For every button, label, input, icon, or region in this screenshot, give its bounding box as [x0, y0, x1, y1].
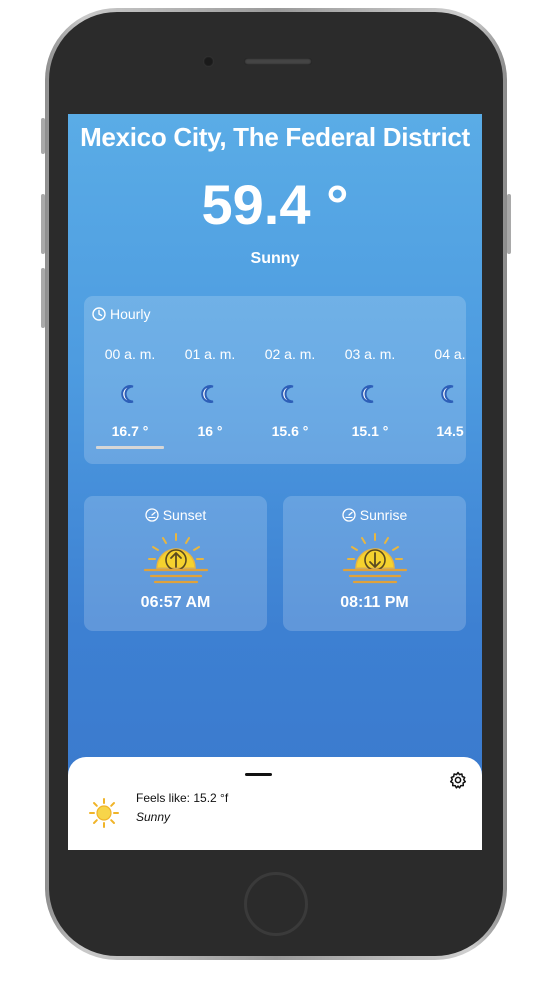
hour-time: 04 a.: [434, 346, 466, 362]
sunset-card: Sunset 06:57 AM: [84, 496, 267, 631]
hour-temp: 14.5: [436, 423, 464, 439]
bottom-sheet[interactable]: Feels like: 15.2 °f Sunny: [68, 757, 482, 850]
sunrise-time: 08:11 PM: [340, 594, 409, 611]
hourly-item[interactable]: 01 a. m. 16 °: [170, 346, 250, 439]
hour-time: 03 a. m.: [344, 346, 396, 362]
sunset-header: Sunset: [84, 507, 267, 523]
mute-switch: [41, 118, 45, 154]
moon-icon: [441, 385, 454, 403]
weather-screen: Mexico City, The Federal District 59.4 °…: [68, 114, 482, 850]
hourly-label: Hourly: [110, 306, 151, 322]
sunset-time: 06:57 AM: [140, 594, 211, 611]
moon-icon: [361, 385, 374, 403]
hourly-card[interactable]: Hourly 00 a. m. 16.7 ° 01 a. m. 16 ° 02 …: [84, 296, 466, 464]
moon-icon: [201, 385, 214, 403]
hourly-item[interactable]: 03 a. m. 15.1 °: [330, 346, 410, 439]
power-button: [507, 194, 511, 254]
hour-time: 01 a. m.: [184, 346, 236, 362]
sun-arrow-down-icon: [342, 533, 408, 584]
hourly-item[interactable]: 04 a. 14.5: [410, 346, 466, 439]
sun-arrow-up-icon: [143, 533, 209, 584]
feels-like-text: Feels like: 15.2 °f: [136, 791, 229, 805]
clock-icon: [92, 307, 106, 321]
volume-down-button: [41, 268, 45, 328]
hourly-item[interactable]: 00 a. m. 16.7 °: [90, 346, 170, 439]
moon-icon: [281, 385, 294, 403]
sunrise-label: Sunrise: [359, 507, 408, 523]
front-camera: [203, 56, 214, 67]
sheet-drag-handle[interactable]: [245, 773, 272, 776]
hour-temp: 15.6 °: [271, 423, 309, 439]
sun-icon: [89, 798, 119, 828]
volume-up-button: [41, 194, 45, 254]
sheet-condition: Sunny: [136, 810, 171, 824]
home-button[interactable]: [244, 872, 308, 936]
current-temperature: 59.4 °: [201, 173, 349, 236]
hourly-item[interactable]: 02 a. m. 15.6 °: [250, 346, 330, 439]
hourly-header: Hourly: [92, 306, 150, 322]
hour-time: 00 a. m.: [104, 346, 156, 362]
gear-icon[interactable]: [449, 771, 467, 789]
sunrise-header: Sunrise: [283, 507, 466, 523]
earpiece-speaker: [244, 58, 312, 65]
sunrise-card: Sunrise 08:11 PM: [283, 496, 466, 631]
moon-icon: [121, 385, 134, 403]
gauge-icon: [342, 508, 356, 522]
hour-time: 02 a. m.: [264, 346, 316, 362]
hourly-list[interactable]: 00 a. m. 16.7 ° 01 a. m. 16 ° 02 a. m. 1…: [84, 346, 466, 456]
hour-temp: 15.1 °: [351, 423, 389, 439]
sunset-label: Sunset: [162, 507, 207, 523]
selected-hour-indicator: [96, 446, 164, 449]
gauge-icon: [145, 508, 159, 522]
hour-temp: 16.7 °: [111, 423, 149, 439]
hour-temp: 16 °: [197, 423, 223, 439]
current-condition: Sunny: [250, 250, 300, 267]
city-title: Mexico City, The Federal District: [80, 122, 470, 152]
